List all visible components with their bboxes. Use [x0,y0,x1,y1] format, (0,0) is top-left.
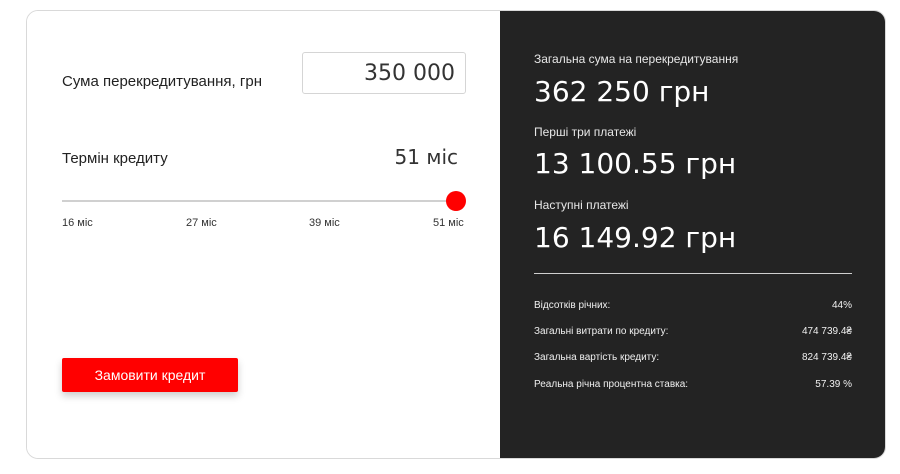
next-payments-value: 16 149.92 грн [534,221,737,254]
amount-label: Сума перекредитування, грн [62,73,262,90]
tick-label: 16 міс [62,217,93,229]
term-value: 51 міс [394,145,458,169]
tick-label: 27 міс [186,217,217,229]
stat-value: 44% [831,300,852,311]
loan-calculator-card: Сума перекредитування, грн Термін кредит… [26,10,886,459]
tick-label: 51 міс [433,217,464,229]
stat-label: Реальна річна процентна ставка: [534,379,689,390]
summary-panel: Загальна сума на перекредитування 362 25… [500,11,885,458]
total-value: 362 250 грн [534,75,710,108]
next-payments-label: Наступні платежі [534,198,629,212]
slider-ticks: 16 міс 27 міс 39 міс 51 міс [62,217,466,231]
calculator-panel: Сума перекредитування, грн Термін кредит… [27,11,500,458]
first-payments-value: 13 100.55 грн [534,147,737,180]
tick-label: 39 міс [309,217,340,229]
stat-value: 824 739.4₴ [801,352,852,363]
stat-row: Відсотків річних: 44% [534,300,852,314]
divider [534,273,852,274]
stat-row: Реальна річна процентна ставка: 57.39 % [534,379,852,393]
slider-fill [62,200,456,202]
first-payments-label: Перші три платежі [534,125,637,139]
stat-label: Загальні витрати по кредиту: [534,326,669,337]
amount-input[interactable] [302,52,466,94]
stat-value: 57.39 % [815,379,852,390]
stat-label: Відсотків річних: [534,300,611,311]
stat-row: Загальні витрати по кредиту: 474 739.4₴ [534,326,852,340]
stat-label: Загальна вартість кредиту: [534,352,660,363]
term-slider[interactable] [62,191,466,211]
order-credit-button[interactable]: Замовити кредит [62,358,238,392]
stat-value: 474 739.4₴ [801,326,852,337]
slider-thumb[interactable] [446,191,466,211]
stat-row: Загальна вартість кредиту: 824 739.4₴ [534,352,852,366]
term-label: Термін кредиту [62,150,168,167]
total-label: Загальна сума на перекредитування [534,52,739,66]
